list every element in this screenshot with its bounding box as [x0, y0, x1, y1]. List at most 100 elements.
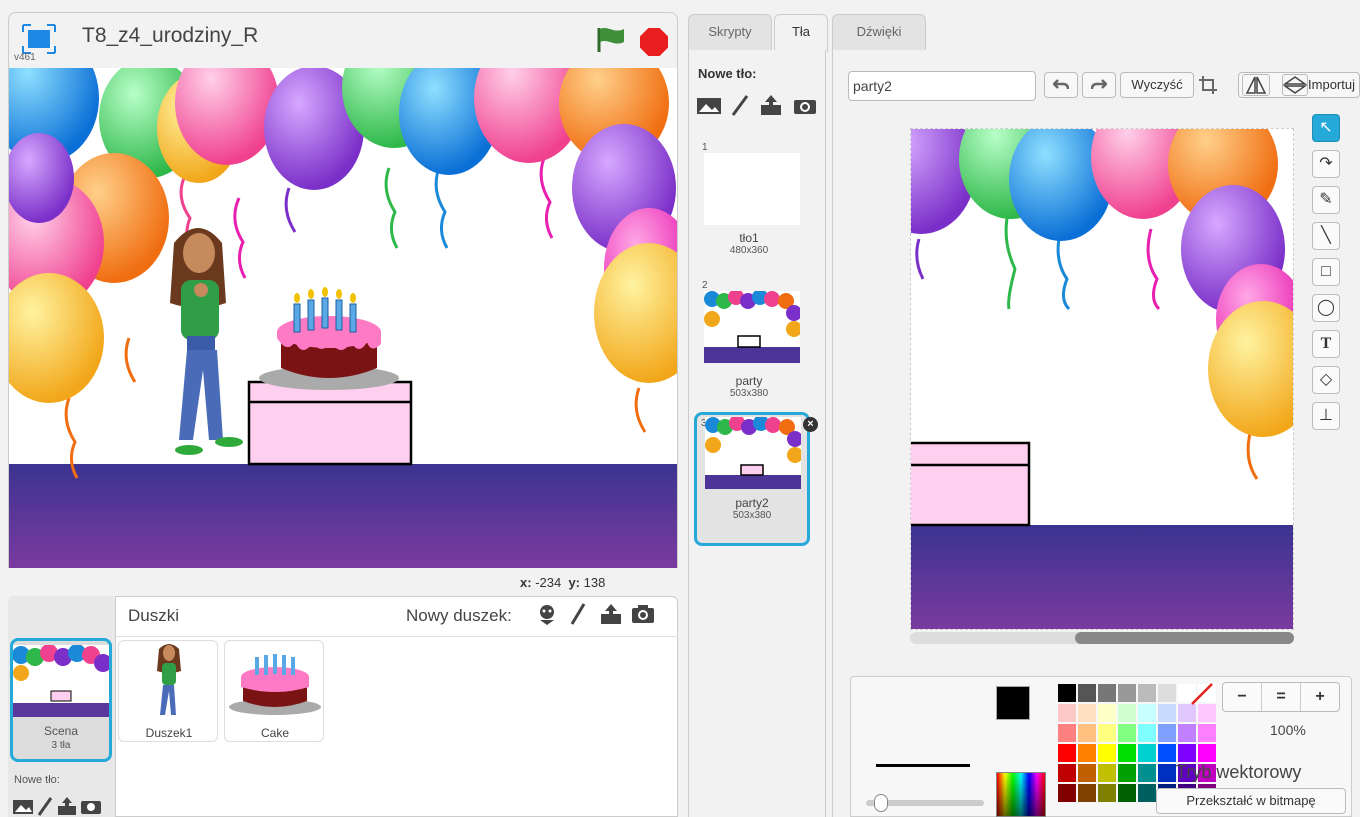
ellipse-tool-icon[interactable]: ◯ [1312, 294, 1340, 322]
color-swatch[interactable] [1098, 764, 1116, 782]
backdrop-item-3[interactable]: 3 party2 503x380 [694, 412, 810, 546]
color-swatch[interactable] [1138, 784, 1156, 802]
paint-backdrop-icon[interactable] [36, 796, 54, 816]
convert-to-bitmap-button[interactable]: Przekształć w bitmapę [1156, 788, 1346, 814]
color-swatch[interactable] [1118, 784, 1136, 802]
table-sprite [247, 380, 413, 466]
color-swatch[interactable] [1078, 704, 1096, 722]
color-swatch[interactable] [1138, 704, 1156, 722]
backdrop-size: 503x380 [729, 388, 769, 399]
pencil-tool-icon[interactable]: ✎ [1312, 186, 1340, 214]
zoom-out-button[interactable]: − [1223, 683, 1262, 711]
color-swatch[interactable] [1138, 684, 1156, 702]
rectangle-tool-icon[interactable]: □ [1312, 258, 1340, 286]
color-swatch[interactable] [1118, 684, 1136, 702]
color-swatch[interactable] [1098, 684, 1116, 702]
color-swatch[interactable] [1098, 704, 1116, 722]
color-swatch[interactable] [1118, 724, 1136, 742]
costume-name-input[interactable]: party2 [848, 71, 1036, 101]
text-tool-icon[interactable]: T [1312, 330, 1340, 358]
color-swatch[interactable] [1058, 704, 1076, 722]
color-swatch[interactable] [1098, 784, 1116, 802]
paint-backdrop-icon[interactable] [730, 94, 750, 116]
backdrop-size: 480x360 [729, 245, 769, 256]
color-swatch[interactable] [1178, 744, 1196, 762]
color-swatch[interactable] [1058, 784, 1076, 802]
tab-backdrops[interactable]: Tła [774, 14, 828, 52]
sprite-tile-duszek1[interactable]: Duszek1 [118, 640, 218, 742]
tab-scripts[interactable]: Skrypty [688, 14, 772, 50]
zoom-in-button[interactable]: + [1301, 683, 1339, 711]
color-swatch[interactable] [1198, 704, 1216, 722]
camera-backdrop-icon[interactable] [792, 94, 818, 116]
color-swatch[interactable] [1058, 684, 1076, 702]
color-swatch[interactable] [1118, 744, 1136, 762]
color-swatch[interactable] [1078, 744, 1096, 762]
color-swatch[interactable] [1138, 764, 1156, 782]
color-swatch[interactable] [1058, 724, 1076, 742]
color-swatch[interactable] [1158, 704, 1176, 722]
color-swatch[interactable] [1178, 724, 1196, 742]
color-swatch[interactable] [1058, 764, 1076, 782]
camera-sprite-icon[interactable] [630, 602, 656, 624]
color-swatch[interactable] [1078, 684, 1096, 702]
color-swatch[interactable] [1158, 764, 1176, 782]
scrollbar-thumb[interactable] [1075, 632, 1294, 644]
color-swatch[interactable] [1098, 724, 1116, 742]
backdrop-item-1[interactable]: 1 tło1 480x360 [702, 142, 808, 256]
delete-backdrop-icon[interactable]: × [803, 417, 818, 432]
select-tool-icon[interactable]: ↖ [1312, 114, 1340, 142]
color-swatch[interactable] [1118, 764, 1136, 782]
undo-button[interactable] [1044, 72, 1078, 98]
color-swatch[interactable] [1178, 704, 1196, 722]
color-swatch[interactable] [1118, 704, 1136, 722]
stop-icon[interactable] [640, 28, 668, 56]
color-swatch[interactable] [1158, 724, 1176, 742]
color-swatch[interactable] [1198, 744, 1216, 762]
stage-canvas[interactable] [8, 68, 678, 568]
backdrop-library-icon[interactable] [696, 94, 722, 116]
backdrop-item-2[interactable]: 2 party 503x380 [702, 280, 808, 399]
color-swatch[interactable] [1078, 784, 1096, 802]
color-spectrum-picker[interactable] [996, 772, 1046, 817]
reshape-tool-icon[interactable]: ↷ [1312, 150, 1340, 178]
tab-sounds[interactable]: Dźwięki [832, 14, 926, 50]
color-swatch[interactable] [1058, 744, 1076, 762]
paint-canvas[interactable] [910, 128, 1294, 630]
primary-color[interactable] [996, 686, 1030, 720]
color-swatch[interactable] [1078, 724, 1096, 742]
color-swatch[interactable] [1138, 724, 1156, 742]
color-swatch[interactable] [1158, 744, 1176, 762]
fill-tool-icon[interactable]: ◇ [1312, 366, 1340, 394]
upload-backdrop-icon[interactable] [56, 796, 78, 816]
color-swatch[interactable] [1198, 724, 1216, 742]
fullscreen-icon[interactable] [22, 24, 56, 54]
slider-knob[interactable] [874, 794, 888, 812]
sprite-tile-cake[interactable]: Cake [224, 640, 324, 742]
upload-sprite-icon[interactable] [598, 602, 624, 624]
scene-new-backdrop-tools [12, 796, 102, 816]
cake-thumbnail [229, 654, 321, 715]
sprite-library-icon[interactable] [534, 602, 560, 625]
color-swatch[interactable] [1158, 684, 1176, 702]
backdrop-name: party2 [735, 496, 769, 510]
flip-horizontal-icon[interactable] [1242, 74, 1270, 96]
paint-new-sprite-icon[interactable] [566, 602, 592, 625]
green-flag-icon[interactable] [596, 26, 628, 59]
stamp-tool-icon[interactable]: ⊥ [1312, 402, 1340, 430]
redo-button[interactable] [1082, 72, 1116, 98]
color-swatch[interactable] [1098, 744, 1116, 762]
no-color-icon[interactable] [1190, 682, 1214, 706]
redo-icon [1090, 79, 1108, 90]
flip-vertical-icon[interactable] [1282, 74, 1308, 96]
backdrop-library-icon[interactable] [12, 796, 34, 816]
line-tool-icon[interactable]: ╲ [1312, 222, 1340, 250]
camera-backdrop-icon[interactable] [80, 796, 102, 816]
color-swatch[interactable] [1078, 764, 1096, 782]
clear-button[interactable]: Wyczyść [1120, 72, 1194, 98]
color-swatch[interactable] [1138, 744, 1156, 762]
zoom-reset-button[interactable]: = [1262, 683, 1301, 711]
crop-icon[interactable] [1198, 72, 1234, 98]
sprite-name: Duszek1 [145, 726, 193, 740]
upload-backdrop-icon[interactable] [758, 94, 784, 116]
